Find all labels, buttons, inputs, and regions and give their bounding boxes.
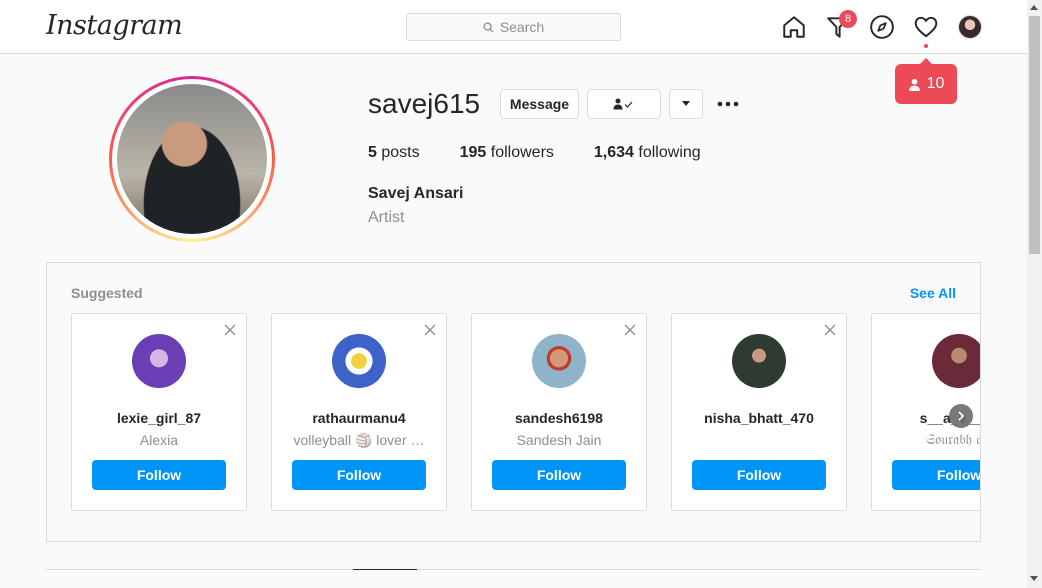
scroll-up-arrow-icon[interactable] <box>1030 5 1038 10</box>
suggestion-card: rathaurmanu4 volleyball 🏐 lover … Follow <box>271 313 447 511</box>
person-icon <box>908 78 920 91</box>
home-icon[interactable] <box>781 14 807 40</box>
posts-label: posts <box>381 144 420 161</box>
suggestion-subtitle: 𝔖𝔬𝔲𝔯𝔞𝔟𝔥 𝔠𝔥𝔢 <box>925 432 981 448</box>
follow-button[interactable]: Follow <box>892 460 980 490</box>
tooltip-count: 10 <box>926 75 945 92</box>
suggestion-avatar[interactable] <box>332 334 386 388</box>
suggestion-avatar[interactable] <box>532 334 586 388</box>
activity-indicator-dot <box>924 44 928 48</box>
page-scrollbar[interactable] <box>1027 0 1042 588</box>
followers-label: followers <box>490 144 554 161</box>
scrollbar-thumb[interactable] <box>1029 16 1040 254</box>
following-label: following <box>638 144 701 161</box>
search-input[interactable]: Search <box>406 13 621 41</box>
following-button[interactable] <box>587 89 661 119</box>
suggestion-subtitle: Sandesh Jain <box>516 432 602 448</box>
top-navigation-bar: Instagram Search 8 <box>0 0 1027 54</box>
followers-stat[interactable]: 195 followers <box>460 144 554 162</box>
suggestion-username[interactable]: nisha_bhatt_470 <box>672 410 846 426</box>
suggestions-dropdown-button[interactable] <box>669 89 703 119</box>
posts-count: 5 <box>368 144 377 161</box>
see-all-link[interactable]: See All <box>910 285 956 301</box>
caret-down-icon <box>682 101 690 106</box>
suggested-title: Suggested <box>71 285 143 301</box>
suggestion-username[interactable]: sandesh6198 <box>472 410 646 426</box>
dismiss-close-icon[interactable] <box>624 324 636 336</box>
suggestion-card: sandesh6198 Sandesh Jain Follow <box>471 313 647 511</box>
active-tab-indicator <box>353 569 417 570</box>
scroll-down-arrow-icon[interactable] <box>1030 576 1038 581</box>
explore-compass-icon[interactable] <box>869 14 895 40</box>
following-stat[interactable]: 1,634 following <box>594 144 701 162</box>
suggestion-subtitle: Alexia <box>139 432 179 448</box>
follow-button[interactable]: Follow <box>292 460 426 490</box>
profile-avatar-nav[interactable] <box>958 15 982 39</box>
dismiss-close-icon[interactable] <box>424 324 436 336</box>
profile-full-name: Savej Ansari <box>368 185 464 202</box>
profile-photo <box>117 84 267 234</box>
tabs-divider <box>46 569 981 570</box>
suggestion-card: nisha_bhatt_470 Follow <box>671 313 847 511</box>
dismiss-close-icon[interactable] <box>224 324 236 336</box>
activity-tooltip[interactable]: 10 <box>895 58 957 104</box>
suggestion-subtitle: volleyball 🏐 lover … <box>293 432 425 448</box>
search-icon <box>483 21 494 33</box>
carousel-next-button[interactable] <box>949 404 973 428</box>
chevron-right-icon <box>958 411 965 421</box>
profile-stats: 5 posts 195 followers 1,634 following <box>368 144 741 162</box>
instagram-logo[interactable]: Instagram <box>46 10 183 41</box>
profile-picture[interactable] <box>109 76 275 242</box>
follow-button[interactable]: Follow <box>692 460 826 490</box>
following-check-icon <box>613 98 633 110</box>
suggestion-avatar[interactable] <box>932 334 980 388</box>
profile-category: Artist <box>368 209 405 226</box>
suggestion-username[interactable]: lexie_girl_87 <box>72 410 246 426</box>
followers-count: 195 <box>459 144 487 161</box>
following-count: 1,634 <box>593 144 634 161</box>
suggestion-avatar[interactable] <box>732 334 786 388</box>
search-placeholder: Search <box>499 19 545 35</box>
profile-username: savej615 <box>368 88 481 119</box>
activity-heart-icon[interactable] <box>913 14 939 40</box>
follow-button[interactable]: Follow <box>92 460 226 490</box>
suggestion-card: lexie_girl_87 Alexia Follow <box>71 313 247 511</box>
suggestion-username[interactable]: rathaurmanu4 <box>272 410 446 426</box>
more-dots-icon <box>717 101 739 107</box>
more-options-button[interactable] <box>713 89 743 119</box>
suggested-accounts-panel: Suggested See All lexie_girl_87 Alexia F… <box>46 262 981 542</box>
posts-stat: 5 posts <box>368 144 420 162</box>
dismiss-close-icon[interactable] <box>824 324 836 336</box>
suggestion-avatar[interactable] <box>132 334 186 388</box>
message-button[interactable]: Message <box>500 89 579 119</box>
direct-badge: 8 <box>839 10 857 28</box>
follow-button[interactable]: Follow <box>492 460 626 490</box>
